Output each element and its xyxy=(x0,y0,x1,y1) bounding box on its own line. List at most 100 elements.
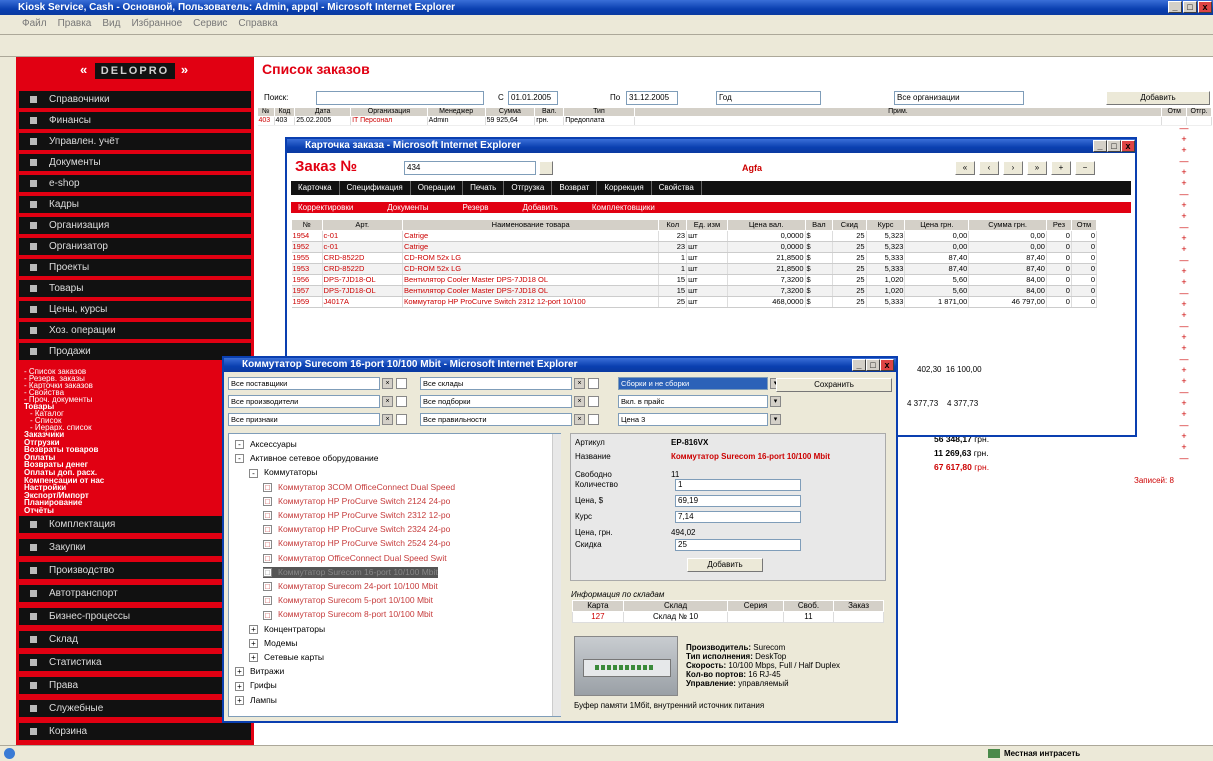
tree-node-toggle[interactable]: □ xyxy=(263,525,272,535)
product-minimize-button[interactable]: _ xyxy=(852,359,866,371)
items-col-2[interactable]: Наименование товара xyxy=(402,219,660,231)
tree-node-toggle[interactable]: + xyxy=(249,624,258,634)
tree-node-label[interactable]: Коммутатор HP ProCurve Switch 2524 24-po xyxy=(278,538,450,548)
tree-node-toggle[interactable]: + xyxy=(249,653,258,663)
items-row[interactable]: 1954 c-01 Catrige 23 шт 0,0000 $25 5,323 0,00 0,0… xyxy=(291,230,1098,242)
row-marker[interactable]: + xyxy=(1159,343,1209,354)
order-subtab-2[interactable]: Резерв xyxy=(456,202,496,213)
row-marker[interactable]: + xyxy=(1159,365,1209,376)
items-row[interactable]: 1957 DPS-7JD18-OL Вентилятор Cooler Master… xyxy=(291,285,1098,297)
row-marker[interactable]: + xyxy=(1159,431,1209,442)
items-row[interactable]: 1955 CRD-8522D CD-ROM 52x LG 1 шт 21,8500 $25 5… xyxy=(291,252,1098,264)
prop-input-rate[interactable]: 7,14 xyxy=(675,511,801,523)
row-marker[interactable]: + xyxy=(1159,211,1209,222)
tree-node-toggle[interactable]: □ xyxy=(263,610,272,620)
order-nav-4[interactable]: + xyxy=(1051,161,1071,175)
tree-node-label[interactable]: Коммутатор Surecom 8-port 10/100 Mbit xyxy=(278,609,433,619)
tree-node-toggle[interactable]: □ xyxy=(263,482,272,492)
tree-node-toggle[interactable]: + xyxy=(235,681,244,691)
sidebar-item2-2[interactable]: Производство xyxy=(19,562,251,579)
row-marker[interactable]: — xyxy=(1159,189,1209,200)
tree-node[interactable]: - Активное сетевое оборудование xyxy=(235,453,379,464)
tree-node[interactable]: □ Коммутатор Surecom 5-port 10/100 Mbit xyxy=(263,595,433,606)
row-marker[interactable]: + xyxy=(1159,409,1209,420)
sidebar-item-4[interactable]: e-shop xyxy=(19,175,251,192)
order-close-button[interactable]: x xyxy=(1121,140,1135,152)
row-marker[interactable]: + xyxy=(1159,442,1209,453)
menu-item-0[interactable]: Файл xyxy=(22,18,47,29)
row-marker[interactable]: + xyxy=(1159,200,1209,211)
sidebar-item2-4[interactable]: Бизнес-процессы xyxy=(19,608,251,625)
tree-node-label[interactable]: Модемы xyxy=(264,638,297,648)
sidebar-item2-7[interactable]: Права xyxy=(19,677,251,694)
order-subtab-0[interactable]: Корректировки xyxy=(291,202,360,213)
order-tab-4[interactable]: Отгрузка xyxy=(504,181,553,195)
stock-row[interactable]: 127 Склад № 10 11 xyxy=(572,611,884,623)
order-maximize-button[interactable]: □ xyxy=(1107,140,1121,152)
items-col-9[interactable]: Цена грн. xyxy=(904,219,970,231)
tree-node-label[interactable]: Коммутатор Surecom 24-port 10/100 Mbit xyxy=(278,581,438,591)
tree-node[interactable]: □ Коммутатор Surecom 8-port 10/100 Mbit xyxy=(263,609,433,620)
filter-check-0[interactable] xyxy=(396,378,407,389)
order-number-input[interactable]: 434 xyxy=(404,161,536,175)
row-marker[interactable]: + xyxy=(1159,299,1209,310)
row-marker[interactable]: + xyxy=(1159,178,1209,189)
row-marker[interactable]: + xyxy=(1159,310,1209,321)
sidebar-item-10[interactable]: Цены, курсы xyxy=(19,301,251,318)
add-order-button[interactable]: Добавить xyxy=(1106,91,1210,105)
order-minimize-button[interactable]: _ xyxy=(1093,140,1107,152)
sidebar-item2-5[interactable]: Склад xyxy=(19,631,251,648)
orders-col-2[interactable]: Дата xyxy=(294,107,352,117)
row-marker[interactable]: + xyxy=(1159,398,1209,409)
sidebar-item-0[interactable]: Справочники xyxy=(19,91,251,108)
filter-check-1[interactable] xyxy=(396,396,407,407)
filter-check-5[interactable] xyxy=(588,414,599,425)
tree-node-label[interactable]: Коммутатор HP ProCurve Switch 2312 12-po xyxy=(278,510,450,520)
tree-node[interactable]: - Аксессуары xyxy=(235,439,297,450)
period-select[interactable]: Год xyxy=(716,91,821,105)
to-date-input[interactable]: 31.12.2005 xyxy=(626,91,678,105)
sidebar-item-7[interactable]: Организатор xyxy=(19,238,251,255)
items-col-12[interactable]: Отм xyxy=(1070,219,1098,231)
add-to-order-button[interactable]: Добавить xyxy=(687,558,763,572)
tree-node-label[interactable]: Витражи xyxy=(250,666,284,676)
filter-select-1[interactable]: Все производители xyxy=(228,395,380,408)
tree-node[interactable]: □ Коммутатор Surecom 24-port 10/100 Mbit xyxy=(263,581,438,592)
order-tab-5[interactable]: Возврат xyxy=(552,181,598,195)
tree-node-toggle[interactable]: □ xyxy=(263,553,272,563)
filter-dropdown-2[interactable]: × xyxy=(382,414,393,425)
orders-col-0[interactable]: № xyxy=(257,107,275,117)
items-col-10[interactable]: Сумма грн. xyxy=(968,219,1047,231)
items-row[interactable]: 1959 J4017A Коммутатор HP ProCurve Switch … xyxy=(291,296,1098,308)
orders-row[interactable]: 403 403 25.02.2005 IT Персонал Admin 59 925,6… xyxy=(257,116,1212,126)
sidebar-item2-3[interactable]: Автотранспорт xyxy=(19,585,251,602)
tree-node-label[interactable]: Коммутатор Surecom 5-port 10/100 Mbit xyxy=(278,595,433,605)
tree-node-label[interactable]: Коммутатор HP ProCurve Switch 2124 24-po xyxy=(278,496,450,506)
items-col-0[interactable]: № xyxy=(291,219,323,231)
tree-node[interactable]: + Сетевые карты xyxy=(249,652,324,663)
order-subtab-1[interactable]: Документы xyxy=(380,202,435,213)
prop-input-price[interactable]: 69,19 xyxy=(675,495,801,507)
tree-node-label[interactable]: Активное сетевое оборудование xyxy=(250,453,379,463)
filter-select-4[interactable]: Все подборки xyxy=(420,395,572,408)
sidebar-item-9[interactable]: Товары xyxy=(19,280,251,297)
tree-node-toggle[interactable]: □ xyxy=(263,596,272,606)
menu-item-5[interactable]: Справка xyxy=(238,18,277,29)
sidebar-item-5[interactable]: Кадры xyxy=(19,196,251,213)
minimize-button[interactable]: _ xyxy=(1168,1,1182,13)
order-tab-2[interactable]: Операции xyxy=(411,181,464,195)
tree-node-label[interactable]: Коммутаторы xyxy=(264,467,317,477)
tree-node-toggle[interactable]: □ xyxy=(263,497,272,507)
row-marker[interactable]: — xyxy=(1159,123,1209,134)
sidebar-item2-6[interactable]: Статистика xyxy=(19,654,251,671)
menu-item-4[interactable]: Сервис xyxy=(193,18,227,29)
tree-node[interactable]: - Коммутаторы xyxy=(249,467,317,478)
sidebar-item2-9[interactable]: Корзина xyxy=(19,723,251,740)
filter-dropdown-4[interactable]: × xyxy=(574,396,585,407)
prop-input-qty[interactable]: 1 xyxy=(675,479,801,491)
tree-node-toggle[interactable]: □ xyxy=(263,582,272,592)
order-nav-5[interactable]: − xyxy=(1075,161,1095,175)
items-col-1[interactable]: Арт. xyxy=(321,219,404,231)
filter-select-2[interactable]: Все признаки xyxy=(228,413,380,426)
tree-node-label[interactable]: Концентраторы xyxy=(264,624,325,634)
